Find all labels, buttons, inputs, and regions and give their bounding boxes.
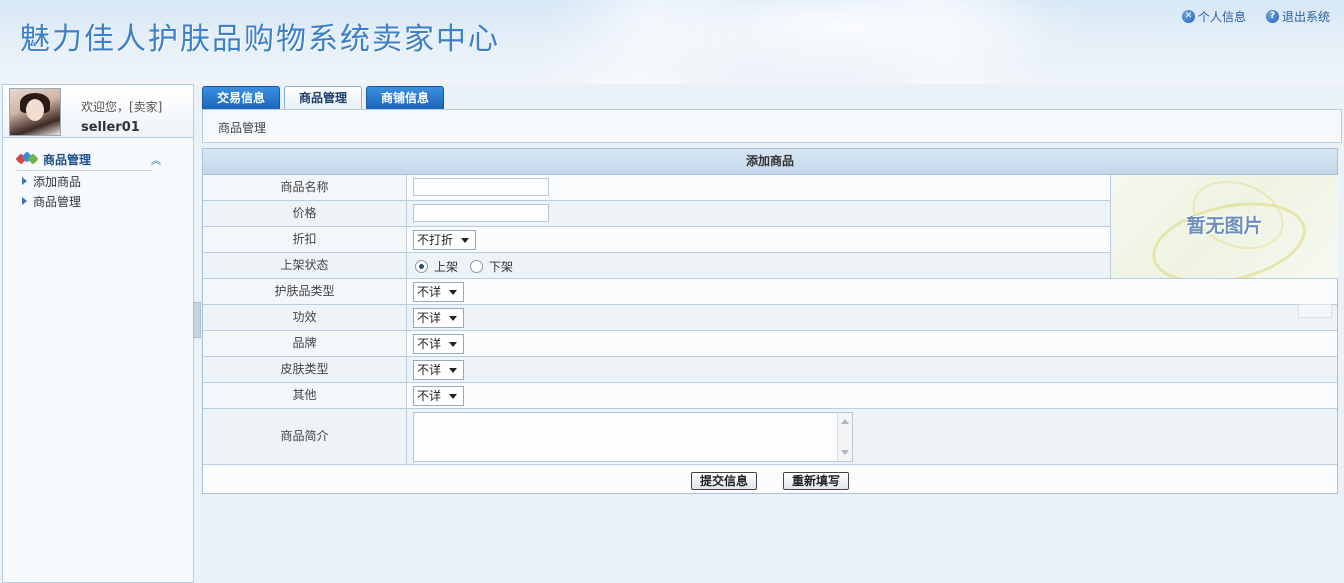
row-brand: 品牌 不详 [203, 331, 1337, 357]
collapse-up-icon[interactable]: ︽ [151, 152, 161, 167]
sidebar-splitter[interactable] [193, 302, 201, 338]
skin-type-label: 皮肤类型 [203, 357, 407, 382]
sidebar: 欢迎您，[卖家] seller01 商品管理 ︽ 添加商品 商品管理 [2, 84, 194, 583]
brand-select[interactable]: 不详 [413, 334, 465, 354]
tab-goods-management[interactable]: 商品管理 [284, 86, 363, 111]
sidebar-item-add-goods[interactable]: 添加商品 [3, 171, 193, 191]
category-select-value: 不详 [417, 285, 442, 299]
effect-select[interactable]: 不详 [413, 308, 465, 328]
description-label: 商品简介 [203, 409, 407, 464]
row-price: 价格 [203, 201, 1110, 227]
other-label: 其他 [203, 383, 407, 408]
goods-name-input[interactable] [413, 178, 549, 196]
dropdown-arrow-icon [461, 237, 470, 243]
top-links: ✕ 个人信息 ? 退出系统 [1181, 8, 1330, 25]
sidebar-item-manage-goods[interactable]: 商品管理 [3, 191, 193, 211]
site-title: 魅力佳人护肤品购物系统卖家中心 [20, 22, 500, 57]
reset-button[interactable]: 重新填写 [783, 471, 850, 490]
dropdown-arrow-icon [449, 341, 458, 347]
tab-shop-info[interactable]: 商铺信息 [366, 86, 445, 110]
diamonds-icon [15, 151, 39, 165]
submit-button[interactable]: 提交信息 [690, 471, 757, 490]
status-label: 上架状态 [203, 253, 407, 278]
add-goods-form: 添加商品 商品名称 价格 折扣 不打折 上架状态 上架 下架 暂无图片 护肤品类… [202, 148, 1338, 494]
dropdown-arrow-icon [449, 393, 458, 399]
breadcrumb-bar: 商品管理 [202, 109, 1342, 143]
row-other: 其他 不详 [203, 383, 1337, 409]
triangle-right-icon [22, 197, 27, 205]
form-title: 添加商品 [203, 149, 1337, 175]
other-select-value: 不详 [417, 389, 442, 403]
profile-link-label: 个人信息 [1197, 10, 1246, 24]
price-label: 价格 [203, 201, 407, 226]
sidebar-item-label: 商品管理 [33, 194, 82, 209]
form-buttons: 提交信息 重新填写 [203, 468, 1337, 493]
discount-label: 折扣 [203, 227, 407, 252]
brand-label: 品牌 [203, 331, 407, 356]
textarea-scrollbar[interactable] [837, 413, 852, 461]
radio-off-shelf[interactable] [470, 260, 484, 273]
triangle-right-icon [22, 177, 27, 185]
faint-background-box [1298, 304, 1332, 318]
other-select[interactable]: 不详 [413, 386, 465, 406]
menu-group-header[interactable]: 商品管理 ︽ [3, 150, 193, 168]
effect-label: 功效 [203, 305, 407, 330]
breadcrumb: 商品管理 [218, 121, 267, 135]
scroll-down-icon [841, 450, 849, 455]
row-category: 护肤品类型 不详 [203, 279, 1337, 305]
dropdown-arrow-icon [449, 367, 458, 373]
menu-group-goods: 商品管理 ︽ 添加商品 商品管理 [3, 138, 193, 211]
row-effect: 功效 不详 [203, 305, 1337, 331]
description-textarea[interactable] [413, 412, 853, 462]
discount-select[interactable]: 不打折 [413, 230, 477, 250]
tab-transactions[interactable]: 交易信息 [202, 86, 281, 110]
user-box: 欢迎您，[卖家] seller01 [3, 85, 193, 138]
category-label: 护肤品类型 [203, 279, 407, 304]
goods-name-label: 商品名称 [203, 175, 407, 200]
row-goods-name: 商品名称 [203, 175, 1110, 201]
discount-select-value: 不打折 [417, 233, 454, 247]
row-listing-status: 上架状态 上架 下架 [203, 253, 1110, 279]
category-select[interactable]: 不详 [413, 282, 465, 302]
avatar-face [26, 99, 44, 121]
skin-type-select[interactable]: 不详 [413, 360, 465, 380]
avatar [9, 88, 61, 136]
effect-select-value: 不详 [417, 311, 442, 325]
x-circle-icon: ✕ [1181, 10, 1195, 23]
radio-on-shelf-label: 上架 [434, 260, 459, 274]
brand-select-value: 不详 [417, 337, 442, 351]
radio-off-shelf-label: 下架 [489, 260, 514, 274]
skin-type-select-value: 不详 [417, 363, 442, 377]
radio-on-shelf[interactable] [415, 260, 428, 273]
logout-link-label: 退出系统 [1281, 10, 1330, 24]
row-discount: 折扣 不打折 [203, 227, 1110, 253]
price-input[interactable] [413, 204, 549, 222]
logout-link[interactable]: ? 退出系统 [1265, 8, 1330, 25]
question-circle-icon: ? [1265, 10, 1279, 23]
goods-image-placeholder: 暂无图片 [1110, 175, 1338, 279]
dropdown-arrow-icon [449, 289, 458, 295]
sidebar-item-label: 添加商品 [33, 174, 82, 189]
profile-link[interactable]: ✕ 个人信息 [1181, 8, 1246, 25]
username: seller01 [81, 120, 140, 135]
tab-bar: 交易信息 商品管理 商铺信息 [202, 86, 445, 111]
header-banner: 魅力佳人护肤品购物系统卖家中心 ✕ 个人信息 ? 退出系统 [0, 0, 1344, 84]
no-image-text: 暂无图片 [1186, 215, 1263, 237]
row-skin-type: 皮肤类型 不详 [203, 357, 1337, 383]
status-radio-group: 上架 下架 [415, 258, 525, 275]
row-description: 商品简介 [203, 409, 1337, 465]
menu-group-title: 商品管理 [43, 152, 92, 167]
welcome-text: 欢迎您，[卖家] [81, 100, 163, 114]
dropdown-arrow-icon [449, 315, 458, 321]
scroll-up-icon [841, 419, 849, 424]
